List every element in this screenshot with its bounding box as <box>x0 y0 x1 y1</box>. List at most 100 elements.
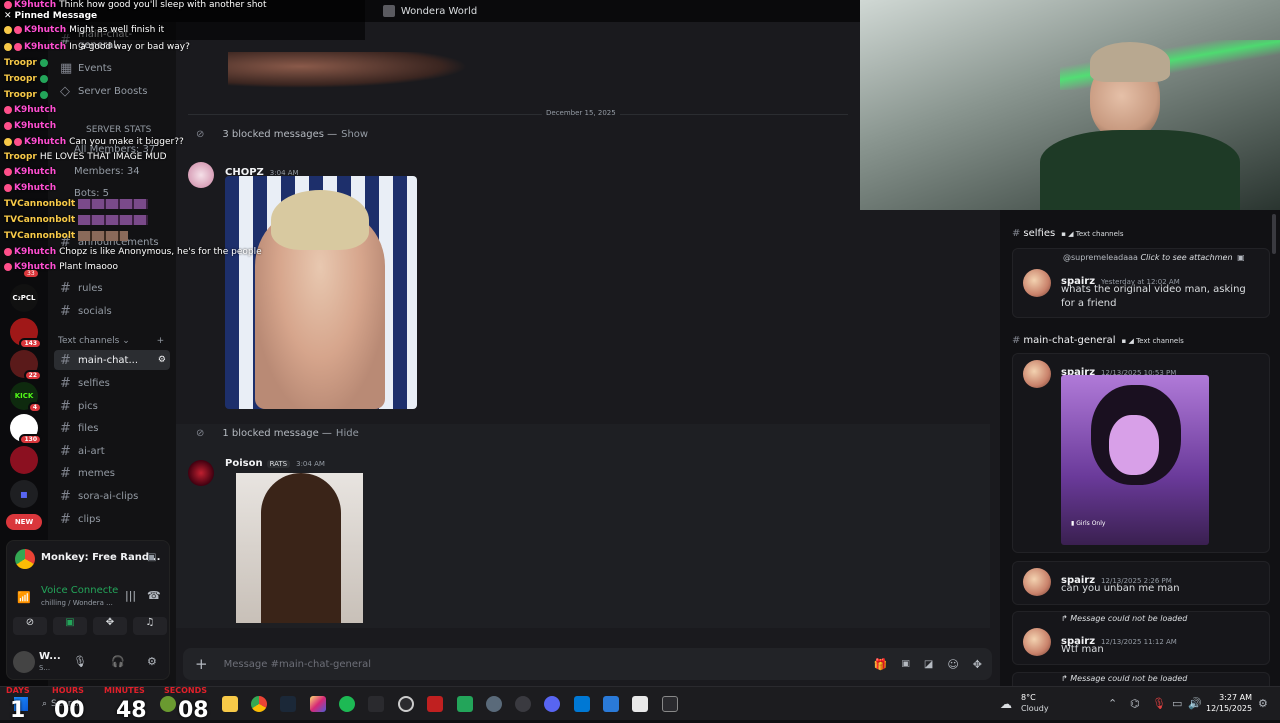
avatar[interactable] <box>188 162 214 188</box>
app-icon[interactable] <box>457 696 473 712</box>
github-icon[interactable] <box>398 696 414 712</box>
settings-icon[interactable] <box>486 696 502 712</box>
add-attachment-icon[interactable]: + <box>195 655 208 673</box>
terminal-icon[interactable] <box>368 696 384 712</box>
server-icon-dark[interactable]: 22 <box>10 350 42 381</box>
sidebar-item-ai-art[interactable]: # ai-art <box>54 441 170 461</box>
reply-preview: @supremeleadaaa Click to see attachmen ▣ <box>1063 253 1245 262</box>
activities-button[interactable]: ✥ <box>93 617 127 635</box>
message-author[interactable]: Poison <box>225 458 263 469</box>
sidebar-item-server-boosts[interactable]: ◇ Server Boosts <box>54 81 170 101</box>
add-channel-icon[interactable]: + <box>157 336 165 346</box>
sidebar-item-clips[interactable]: # clips <box>54 509 170 529</box>
hide-blocked-link[interactable]: Hide <box>336 428 359 439</box>
server-icon-red[interactable]: 143 <box>10 318 42 349</box>
previous-image[interactable] <box>228 52 468 88</box>
scrollbar[interactable] <box>1272 214 1276 254</box>
microphone-icon[interactable]: 🎙 <box>73 655 87 668</box>
app-icon[interactable] <box>632 696 648 712</box>
volume-icon[interactable]: 🔊 <box>1188 697 1202 710</box>
file-explorer-icon[interactable] <box>222 696 238 712</box>
server-icon-kick[interactable]: KICK 4 <box>10 382 42 413</box>
sticker-icon[interactable]: ◪ <box>924 659 933 670</box>
outlook-icon[interactable] <box>574 696 590 712</box>
sidebar-item-pics[interactable]: # pics <box>54 396 170 416</box>
discord-icon[interactable] <box>544 696 560 712</box>
user-settings-icon[interactable]: ⚙ <box>147 655 157 668</box>
epic-games-icon[interactable] <box>662 696 678 712</box>
notification-icon[interactable]: ⚙ <box>1258 697 1268 710</box>
message-image[interactable] <box>225 176 417 409</box>
sidebar-item-main-chat[interactable]: # main-chat... ⚙ <box>54 350 170 370</box>
activity-icon[interactable]: ▣ <box>147 552 156 563</box>
overlay-chat-line: K9hutch Can you make it bigger?? <box>4 137 184 147</box>
result-card[interactable]: spairz 12/13/2025 2:26 PM can you unban m… <box>1012 561 1270 605</box>
hash-icon: # <box>60 375 71 391</box>
server-icon-b[interactable] <box>10 446 38 474</box>
message-input[interactable]: Message #main-chat-general <box>224 659 371 670</box>
emote-row <box>78 231 129 241</box>
avatar[interactable] <box>1023 360 1051 388</box>
voice-status[interactable]: Voice Connecte <box>41 585 118 596</box>
folder-icon[interactable]: ▪ <box>10 480 38 508</box>
avatar[interactable] <box>1023 568 1051 596</box>
camera-off-button[interactable]: ⊘ <box>13 617 47 635</box>
sidebar-item-events[interactable]: ▦ Events <box>54 58 170 78</box>
display-icon[interactable]: ▭ <box>1172 697 1182 710</box>
message-text: Wtf man <box>1061 644 1104 655</box>
avatar[interactable] <box>188 460 214 486</box>
screen-share-button[interactable]: ▣ <box>53 617 87 635</box>
result-card[interactable]: spairz 12/13/2025 10:53 PM ▮ Girls Only <box>1012 353 1270 553</box>
result-card[interactable]: ↱ Message could not be loaded spairz 12/1… <box>1012 611 1270 665</box>
avatar[interactable] <box>1023 628 1051 656</box>
blocked-messages-row: ⊘ 3 blocked messages — Show <box>196 129 368 140</box>
sidebar-item-files[interactable]: # files <box>54 418 170 438</box>
avatar[interactable] <box>1023 269 1051 297</box>
new-badge[interactable]: NEW <box>6 514 42 530</box>
sidebar-item-rules[interactable]: # rules <box>54 278 170 298</box>
sidebar-item-selfies[interactable]: # selfies <box>54 373 170 393</box>
media-player-icon[interactable] <box>515 696 531 712</box>
headphones-icon[interactable]: 🎧 <box>111 655 125 668</box>
unread-badge: 4 <box>27 402 42 413</box>
activity-title[interactable]: Monkey: Free Rand... <box>41 552 160 563</box>
app-icon[interactable] <box>603 696 619 712</box>
result-channel-header[interactable]: # main-chat-general ▪ ◢ Text channels <box>1012 335 1184 346</box>
apps-icon[interactable]: ✥ <box>973 658 982 671</box>
message-image[interactable] <box>236 473 363 623</box>
show-blocked-link[interactable]: Show <box>341 129 368 140</box>
chrome-icon[interactable] <box>251 696 267 712</box>
sidebar-item-sora-ai-clips[interactable]: # sora-ai-clips <box>54 486 170 506</box>
network-icon[interactable]: ⌬ <box>1130 697 1140 710</box>
app-icon[interactable] <box>427 696 443 712</box>
result-channel-header[interactable]: # selfies ▪ ◢ Text channels <box>1012 228 1124 239</box>
noise-icon[interactable]: ||| <box>125 589 136 602</box>
stats-category[interactable]: SERVER STATS <box>86 125 151 135</box>
gift-icon[interactable]: 🎁 <box>874 658 888 671</box>
clock-date[interactable]: 12/15/2025 <box>1206 704 1252 713</box>
message-image[interactable]: ▮ Girls Only <box>1061 375 1209 545</box>
app-icon[interactable] <box>160 696 176 712</box>
result-card[interactable]: @supremeleadaaa Click to see attachmen ▣… <box>1012 248 1270 318</box>
avatar[interactable] <box>13 651 35 673</box>
weather-icon[interactable]: ☁ <box>1000 697 1012 711</box>
category-text-channels[interactable]: Text channels ⌄ + <box>58 336 164 346</box>
result-card[interactable]: ↱ Message could not be loaded <box>1012 672 1270 686</box>
microphone-icon[interactable]: 🎙 <box>1152 697 1166 710</box>
server-icon-x[interactable]: 130 <box>10 414 42 445</box>
soundboard-button[interactable]: ♫ <box>133 617 167 635</box>
clock-time[interactable]: 3:27 AM <box>1212 693 1252 702</box>
spotify-icon[interactable] <box>339 696 355 712</box>
overlay-chat-line: K9hutch <box>4 105 59 115</box>
gif-icon[interactable]: ▣ <box>901 659 910 669</box>
sidebar-item-socials[interactable]: # socials <box>54 301 170 321</box>
instagram-icon[interactable] <box>310 696 326 712</box>
emote-row <box>78 199 149 209</box>
disconnect-icon[interactable]: ☎ <box>147 589 161 602</box>
emoji-icon[interactable]: ☺ <box>947 658 958 671</box>
settings-icon[interactable]: ⚙ <box>158 355 166 365</box>
server-icon-cpcl[interactable]: C₂PCL <box>10 284 38 312</box>
sidebar-item-memes[interactable]: # memes <box>54 463 170 483</box>
steam-icon[interactable] <box>280 696 296 712</box>
chevron-up-icon[interactable]: ⌃ <box>1108 697 1117 710</box>
